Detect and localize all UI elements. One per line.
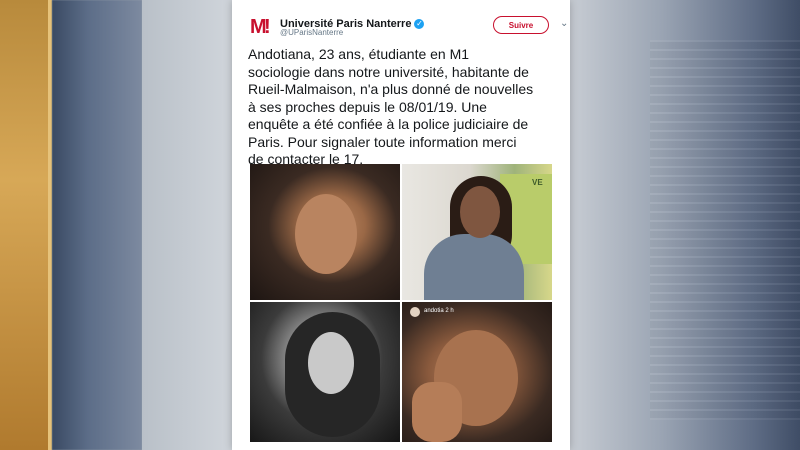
tweet-card: M! Université Paris Nanterre ✓ @UParisNan… bbox=[232, 0, 570, 450]
portrait-face bbox=[308, 332, 354, 394]
tweet-line: Rueil-Malmaison, n'a plus donné de nouve… bbox=[248, 81, 534, 97]
follow-button[interactable]: Suivre bbox=[493, 16, 549, 34]
background-stripes bbox=[650, 40, 800, 420]
background-gold-panel bbox=[0, 0, 52, 450]
tweet-line: à ses proches depuis le 08/01/19. Une bbox=[248, 98, 487, 115]
verified-badge-icon: ✓ bbox=[414, 19, 425, 29]
tweet-line: Andotiana, 23 ans, étudiante en M1 bbox=[248, 46, 470, 62]
chevron-down-icon[interactable]: ⌄ bbox=[560, 19, 570, 29]
instagram-avatar-icon bbox=[410, 307, 420, 317]
portrait-hand bbox=[412, 382, 462, 442]
tweet-line: Paris. Pour signaler toute information m… bbox=[248, 133, 517, 150]
photo-4[interactable]: andotia 2 h bbox=[402, 302, 552, 442]
portrait-face bbox=[295, 194, 357, 274]
portrait-face bbox=[460, 186, 500, 238]
background-blur-panel bbox=[142, 0, 232, 450]
account-name-row[interactable]: Université Paris Nanterre ✓ bbox=[280, 14, 425, 30]
tweet-line: sociologie dans notre université, habita… bbox=[248, 63, 529, 80]
sign-text: VE bbox=[532, 178, 543, 187]
tweet-line: enquête a été confiée à la police judici… bbox=[248, 116, 529, 132]
instagram-caption: andotia 2 h bbox=[424, 308, 454, 314]
photo-3[interactable] bbox=[250, 302, 400, 442]
account-handle[interactable]: @UParisNanterre bbox=[280, 28, 343, 37]
photo-1[interactable] bbox=[250, 164, 400, 300]
nanterre-logo-icon[interactable]: M! bbox=[250, 16, 272, 38]
portrait-body bbox=[424, 234, 524, 300]
tweet-text: Andotiana, 23 ans, étudiante en M1 socio… bbox=[248, 46, 560, 169]
tweet-header: M! Université Paris Nanterre ✓ @UParisNan… bbox=[248, 14, 568, 42]
background-blue-panel bbox=[52, 0, 142, 450]
photo-2[interactable]: VE bbox=[402, 164, 552, 300]
